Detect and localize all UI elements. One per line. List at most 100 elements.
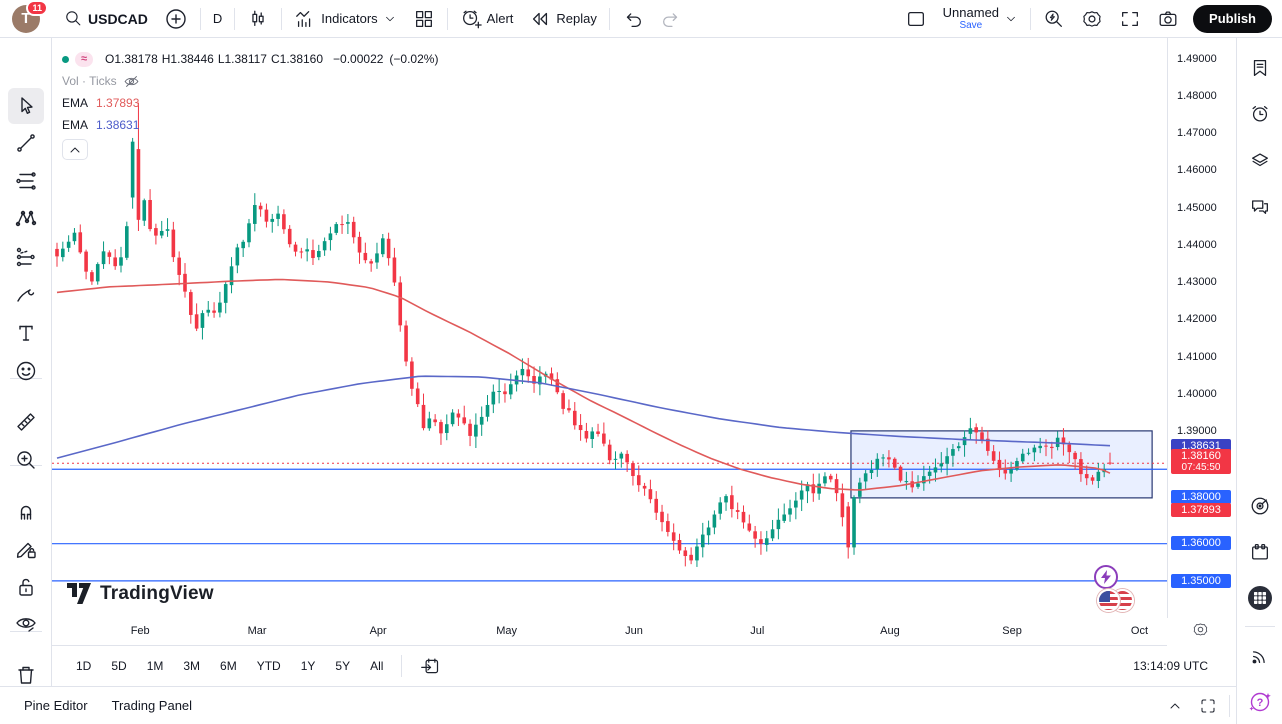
help-sparkle-icon: ? [1248,690,1272,714]
tab-trading-panel[interactable]: Trading Panel [112,698,192,713]
tool-xabcd[interactable] [8,201,44,237]
sidebar-chat-button[interactable] [1244,190,1276,222]
tool-trash[interactable] [8,657,44,693]
trash-icon [14,663,38,687]
publish-button[interactable]: Publish [1193,5,1272,33]
eye-icon [14,612,38,636]
ema-red-value: 1.37893 [96,96,139,110]
price-axis[interactable]: 1.490001.480001.470001.460001.450001.440… [1167,38,1236,618]
chevron-down-icon [1004,12,1018,26]
toolbar-divider [401,655,402,677]
currency-pair-flags [1097,589,1135,613]
price-level-badge[interactable]: 1.38000 [1171,490,1231,504]
ohlc-item: L1.38117 [218,52,267,66]
volume-indicator-label[interactable]: Vol · Ticks [62,74,117,88]
plus-circle-icon [164,7,188,31]
range-5d[interactable]: 5D [103,655,134,677]
sidebar-watchlist-button[interactable] [1244,52,1276,84]
range-1m[interactable]: 1M [139,655,172,677]
save-link[interactable]: Save [959,20,982,31]
tool-cursor[interactable] [8,88,44,124]
tool-eye[interactable] [8,606,44,642]
fib-icon [14,169,38,193]
zoom-in-icon [14,448,38,472]
hidden-eye-icon[interactable] [123,73,140,90]
range-ytd[interactable]: YTD [249,655,289,677]
magnet-icon [14,499,38,523]
tool-projection[interactable] [8,239,44,275]
tool-lock[interactable] [8,569,44,605]
minds-lightning-marker[interactable] [1094,565,1118,589]
range-5y[interactable]: 5Y [327,655,358,677]
ohlc-item: O1.38178 [105,52,158,66]
sidebar-alarm-button[interactable] [1244,98,1276,130]
replay-button[interactable]: Replay [521,3,604,35]
range-1d[interactable]: 1D [68,655,99,677]
ema-label[interactable]: EMA [62,96,88,110]
price-level-badge[interactable]: 1.37893 [1171,503,1231,517]
sidebar-calendar-button[interactable] [1244,536,1276,568]
user-avatar[interactable]: T 11 [12,5,40,33]
right-sidebar: ? [1236,38,1282,724]
indicators-button[interactable]: Indicators [286,3,404,35]
quick-search-button[interactable] [1035,3,1073,35]
undo-icon [622,8,644,30]
tool-smiley[interactable] [8,353,44,389]
watermark-text: TradingView [100,583,214,605]
fullscreen-button[interactable] [1111,3,1149,35]
range-6m[interactable]: 6M [212,655,245,677]
symbol-label: USDCAD [88,11,148,27]
alert-label: Alert [487,11,514,26]
tool-magnet[interactable] [8,493,44,529]
layout-name-button[interactable]: Unnamed Save [935,3,1026,35]
redo-button[interactable] [652,3,690,35]
tool-brush[interactable] [8,277,44,313]
ohlc-item: H1.38446 [162,52,214,66]
tool-zoom-in[interactable] [8,442,44,478]
alert-button[interactable]: Alert [452,3,522,35]
interval-button[interactable]: D [205,3,230,35]
price-tick: 1.42000 [1168,313,1230,325]
sidebar-signal-button[interactable] [1244,640,1276,672]
compare-button[interactable] [156,3,196,35]
tradingview-watermark[interactable]: TradingView [66,582,214,606]
fullscreen-icon [1119,8,1141,30]
axis-settings-button[interactable] [1192,621,1209,643]
panel-expand-button[interactable] [1159,690,1191,722]
change-percent: (−0.02%) [389,52,438,66]
price-level-badge[interactable]: 1.35000 [1171,574,1231,588]
chart-type-button[interactable] [239,3,277,35]
last-price-badge[interactable]: 1.3816007:45:50 [1171,449,1231,474]
sidebar-object-tree-button[interactable] [1244,490,1276,522]
sidebar-apps-button[interactable] [1244,582,1276,614]
layout-select-button[interactable] [897,3,935,35]
tool-text[interactable] [8,315,44,351]
indicator-templates-button[interactable] [405,3,443,35]
tab-pine-editor[interactable]: Pine Editor [24,698,88,713]
go-to-date-button[interactable] [412,650,449,682]
tool-trendline[interactable] [8,125,44,161]
delayed-data-pill[interactable]: ≈ [75,52,93,67]
sidebar-layers-button[interactable] [1244,144,1276,176]
price-level-badge[interactable]: 1.36000 [1171,536,1231,550]
legend-collapse-button[interactable] [62,139,88,160]
symbol-search-button[interactable]: USDCAD [56,3,156,35]
panel-maximize-button[interactable] [1191,690,1225,722]
sidebar-help-sparkle-button[interactable]: ? [1244,686,1276,718]
tool-pencil-lock[interactable] [8,531,44,567]
time-axis[interactable]: FebMarAprMayJunJulAugSepOct [52,618,1167,646]
tool-ruler[interactable] [8,404,44,440]
range-all[interactable]: All [362,655,391,677]
snapshot-button[interactable] [1149,3,1187,35]
chevron-down-icon [383,12,397,26]
ema-label[interactable]: EMA [62,118,88,132]
chart-pane[interactable]: ≈ O1.38178H1.38446L1.38117C1.38160 −0.00… [52,38,1167,618]
drawing-toolbar [0,38,52,686]
tool-fib[interactable] [8,163,44,199]
chart-settings-button[interactable] [1073,3,1111,35]
market-status-dot[interactable] [62,56,69,63]
range-1y[interactable]: 1Y [293,655,324,677]
range-3m[interactable]: 3M [175,655,208,677]
clock-utc[interactable]: 13:14:09 UTC [1133,659,1208,673]
undo-button[interactable] [614,3,652,35]
